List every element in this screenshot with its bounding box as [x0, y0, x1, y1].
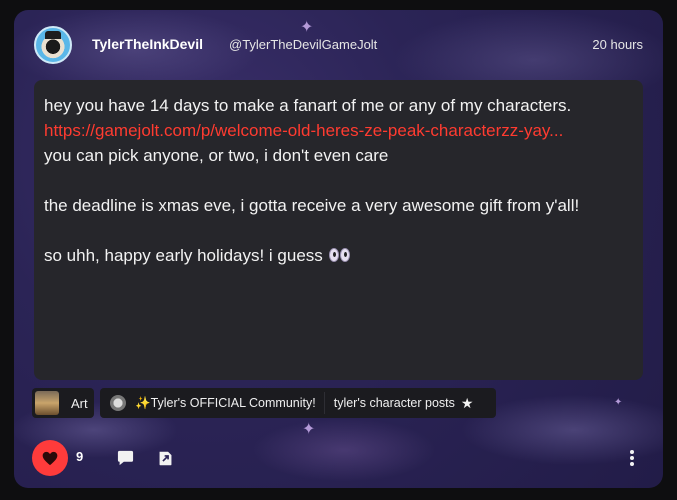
post-text-line-with-emoji: so uhh, happy early holidays! i guess: [44, 243, 634, 269]
category-label: Art: [71, 395, 88, 411]
post-timestamp[interactable]: 20 hours: [592, 37, 643, 52]
share-icon: [159, 451, 171, 465]
sparkle-decoration: ✦: [302, 421, 316, 438]
post-text-line: hey you have 14 days to make a fanart of…: [44, 96, 572, 115]
art-thumbnail-icon: [35, 391, 59, 415]
post-text-line: so uhh, happy early holidays! i guess: [44, 246, 323, 265]
post-header: TylerTheInkDevil @TylerTheDevilGameJolt …: [34, 26, 643, 66]
post-content-box: hey you have 14 days to make a fanart of…: [34, 80, 643, 380]
author-name[interactable]: TylerTheInkDevil: [92, 36, 203, 52]
post-content: hey you have 14 days to make a fanart of…: [44, 93, 634, 269]
post-text-line: the deadline is xmas eve, i gotta receiv…: [44, 196, 580, 215]
community-tag[interactable]: ✨Tyler's OFFICIAL Community! tyler's cha…: [100, 388, 496, 418]
community-name: ✨Tyler's OFFICIAL Community!: [135, 395, 316, 410]
divider: [323, 392, 325, 414]
like-count: 9: [76, 449, 84, 464]
post-actions: 9: [32, 440, 643, 476]
more-options-button[interactable]: [621, 447, 643, 469]
star-icon: ★: [460, 394, 474, 411]
avatar[interactable]: [34, 26, 72, 64]
community-icon: [110, 395, 126, 411]
sparkle-decoration: ✦: [614, 397, 623, 408]
post-link[interactable]: https://gamejolt.com/p/welcome-old-heres…: [44, 118, 634, 143]
share-button[interactable]: [154, 447, 176, 469]
comment-icon: [117, 450, 133, 466]
more-vertical-icon: [630, 450, 634, 466]
heart-icon: [42, 451, 58, 465]
channel-name: tyler's character posts: [333, 396, 455, 410]
eyes-emoji-icon: [328, 244, 351, 269]
post-card: ✦ ✦ ✦ TylerTheInkDevil @TylerTheDevilGam…: [14, 10, 663, 488]
comment-button[interactable]: [114, 447, 136, 469]
like-button[interactable]: [32, 440, 68, 476]
category-tag[interactable]: Art: [32, 388, 94, 418]
author-handle[interactable]: @TylerTheDevilGameJolt: [229, 37, 377, 52]
post-text-line: you can pick anyone, or two, i don't eve…: [44, 146, 389, 165]
